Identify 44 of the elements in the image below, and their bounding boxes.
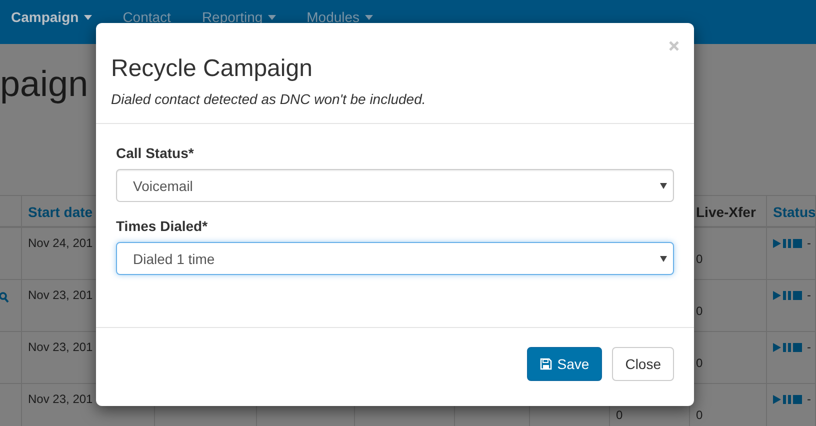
- field-label: Times Dialed*: [116, 218, 209, 234]
- table-cell: 0: [696, 408, 703, 422]
- nav-item[interactable]: Campaign: [11, 9, 107, 25]
- table-cell: Nov 23, 201: [28, 392, 93, 406]
- table-cell: Nov 23, 201: [28, 340, 93, 354]
- play-icon[interactable]: [773, 290, 781, 300]
- stop-icon[interactable]: [793, 394, 802, 404]
- play-icon[interactable]: [773, 342, 781, 352]
- stop-icon[interactable]: [793, 238, 802, 248]
- save-button[interactable]: Save: [527, 347, 602, 381]
- play-icon[interactable]: [773, 394, 781, 404]
- column-header[interactable]: Status: [773, 204, 815, 220]
- status-text: -: [807, 236, 811, 250]
- select-field[interactable]: Voicemail: [116, 169, 674, 202]
- modal-title: Recycle Campaign: [111, 56, 314, 82]
- modal-subtitle: Dialed contact detected as DNC won't be included.: [111, 91, 427, 107]
- status-text: -: [807, 288, 811, 302]
- table-cell: Nov 24, 201: [28, 236, 93, 250]
- field-label: Call Status*: [116, 145, 195, 161]
- pause-icon[interactable]: [783, 394, 791, 404]
- table-cell: 0: [616, 408, 623, 422]
- pause-icon[interactable]: [783, 238, 791, 248]
- pause-icon[interactable]: [783, 342, 791, 352]
- nav-item[interactable]: Contact: [122, 9, 186, 25]
- table-cell: 0: [696, 252, 703, 266]
- caret-icon: [660, 182, 667, 188]
- table-cell: 0: [696, 304, 703, 318]
- select-field[interactable]: Dialed 1 time: [116, 242, 674, 275]
- table-cell: Nov 23, 201: [28, 288, 93, 302]
- pause-icon[interactable]: [783, 290, 791, 300]
- search-icon[interactable]: [0, 292, 10, 304]
- column-header[interactable]: Start date: [28, 204, 93, 220]
- nav-item[interactable]: Reporting: [202, 9, 291, 25]
- nav-item[interactable]: Modules: [306, 9, 388, 25]
- stop-icon[interactable]: [793, 342, 802, 352]
- play-icon[interactable]: [773, 238, 781, 248]
- status-text: -: [807, 392, 811, 406]
- table-cell: 0: [696, 356, 703, 370]
- close-button[interactable]: Close: [612, 347, 674, 381]
- column-header: Live-Xfer: [696, 204, 756, 220]
- stop-icon[interactable]: [793, 290, 802, 300]
- status-text: -: [807, 340, 811, 354]
- caret-icon: [660, 256, 667, 262]
- page-title: paign: [0, 64, 88, 104]
